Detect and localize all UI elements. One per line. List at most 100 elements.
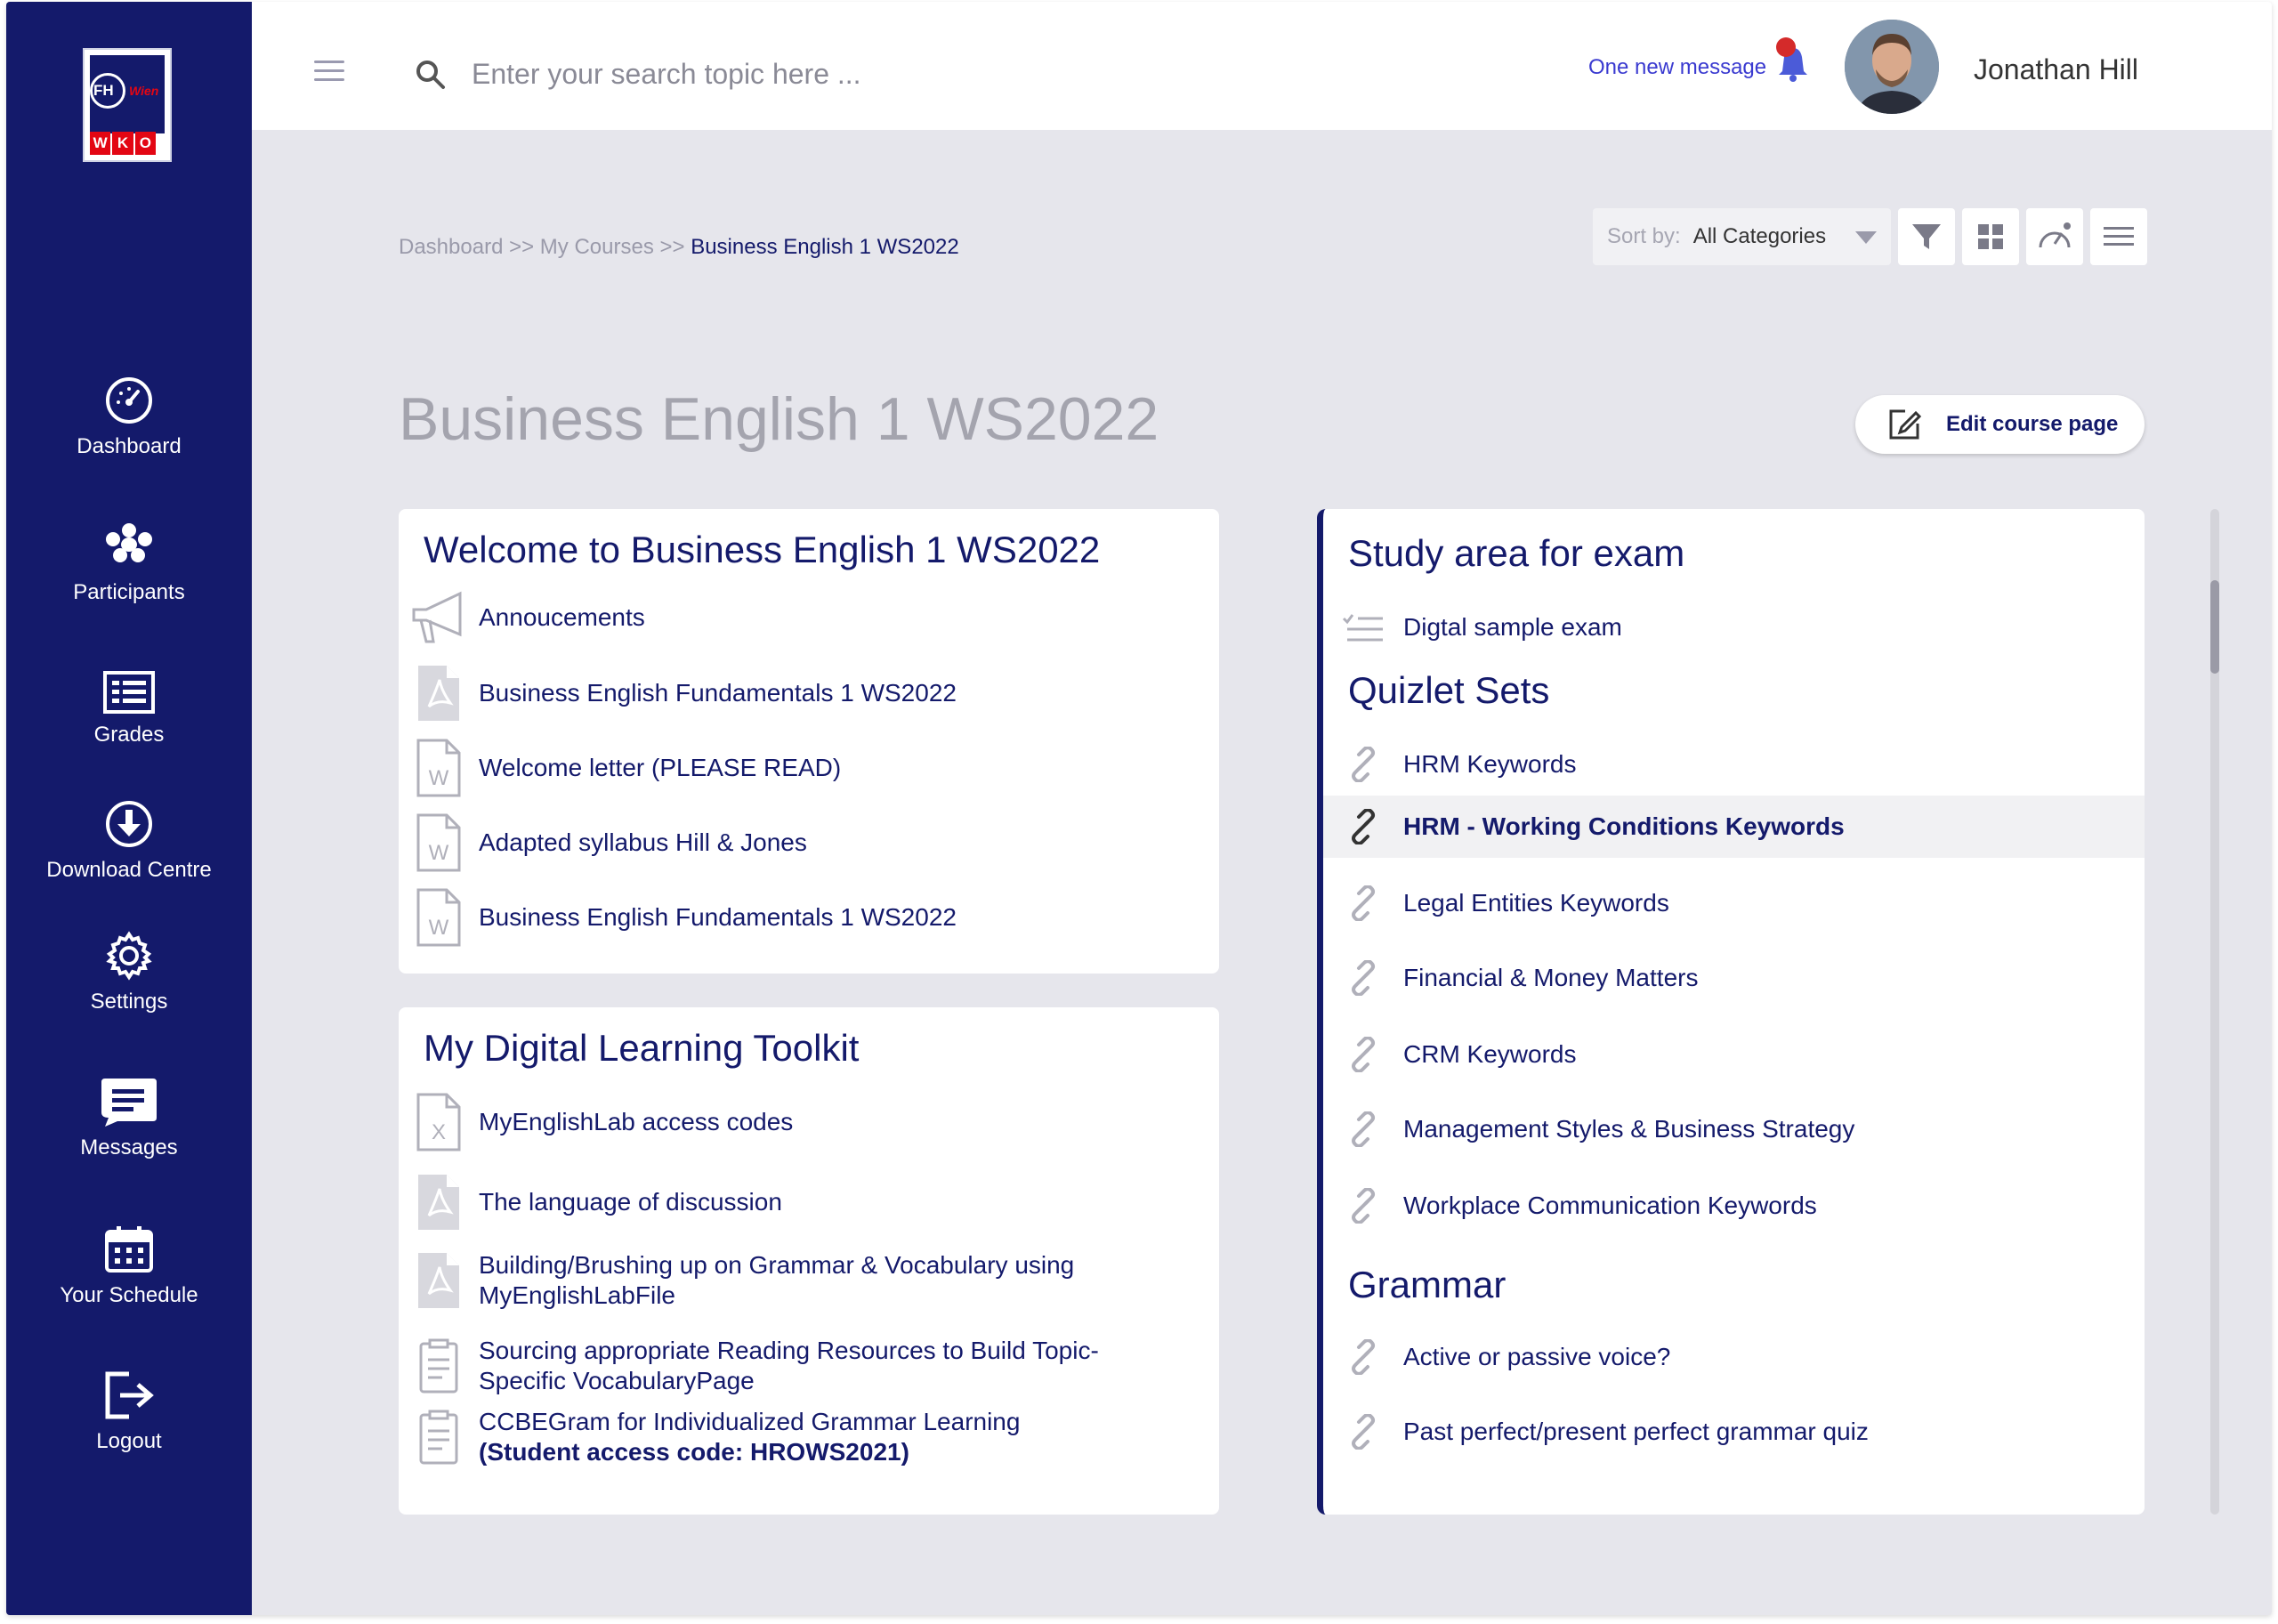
list-item[interactable]: HRM Keywords [1323,733,2145,796]
search-icon[interactable] [415,59,447,91]
list-item[interactable]: Business English Fundamentals 1 WS2022 [399,662,1219,724]
search-input[interactable] [470,52,1096,96]
sort-value: All Categories [1692,224,1827,248]
sort-label: Sort by: [1607,224,1681,248]
filter-icon [1912,224,1941,249]
list-item[interactable]: Financial & Money Matters [1323,947,2145,1009]
top-bar: One new message Jonathan Hill [252,2,2272,130]
list-item[interactable]: Active or passive voice? [1323,1326,2145,1388]
megaphone-icon [412,591,462,643]
sidebar-item-label: Messages [80,1135,178,1159]
sidebar-item-dashboard[interactable]: Dashboard [6,376,252,459]
list-item-highlighted[interactable]: HRM - Working Conditions Keywords [1323,796,2145,858]
sidebar-item-label: Settings [90,990,168,1014]
sidebar-item-schedule[interactable]: Your Schedule [6,1224,252,1308]
sidebar-item-logout[interactable]: Logout [6,1370,252,1454]
grid-view-button[interactable] [1962,208,2019,265]
study-area-card: Study area for exam Digtal sample exam Q… [1317,509,2145,1515]
grades-list-icon [103,671,155,714]
link-icon [1352,1188,1375,1224]
pdf-file-icon [418,666,459,721]
list-item[interactable]: Legal Entities Keywords [1323,872,2145,934]
calendar-icon [105,1226,153,1273]
link-icon [1352,885,1375,921]
svg-text:W: W [429,841,449,865]
download-circle-icon [106,801,152,847]
list-item[interactable]: Management Styles & Business Strategy [1323,1098,2145,1160]
dashboard-gauge-icon [106,377,152,424]
list-item-sample-exam[interactable]: Digtal sample exam [1323,603,2145,651]
list-item[interactable]: The language of discussion [399,1171,1219,1233]
sidebar-item-messages[interactable]: Messages [6,1077,252,1160]
breadcrumb: Dashboard >> My Courses >> Business Engl… [399,235,959,259]
svg-text:X: X [432,1120,446,1144]
excel-file-icon: X [416,1093,461,1151]
sidebar-item-label: Participants [73,580,185,604]
list-item[interactable]: CRM Keywords [1323,1023,2145,1086]
list-item[interactable]: W Business English Fundamentals 1 WS2022 [399,886,1219,949]
word-file-icon: W [416,813,461,872]
sidebar-item-label: Download Centre [46,858,212,882]
settings-gear-icon [106,931,152,981]
list-item[interactable]: Building/Brushing up on Grammar & Vocabu… [399,1248,1219,1313]
logout-icon [105,1371,154,1419]
sidebar-item-label: Grades [93,723,165,747]
toolkit-card-title: My Digital Learning Toolkit [424,1027,860,1069]
sidebar-item-grades[interactable]: Grades [6,671,252,747]
list-item[interactable]: Workplace Communication Keywords [1323,1175,2145,1237]
word-file-icon: W [416,739,461,797]
sidebar-item-participants[interactable]: Participants [6,521,252,605]
sort-select[interactable]: Sort by: All Categories [1593,208,1891,265]
list-item[interactable]: Past perfect/present perfect grammar qui… [1323,1401,2145,1463]
toolkit-card: My Digital Learning Toolkit X MyEnglishL… [399,1007,1219,1515]
fh-wien-logo[interactable]: FH Wien W K O [83,48,172,162]
menu-toggle-icon[interactable] [314,61,344,82]
dashboard-view-button[interactable] [2026,208,2083,265]
sidebar-item-settings[interactable]: Settings [6,931,252,1014]
link-icon [1352,1414,1375,1450]
edit-course-page-button[interactable]: Edit course page [1855,395,2145,454]
list-item[interactable]: Sourcing appropriate Reading Resources t… [399,1333,1219,1399]
study-area-title: Study area for exam [1348,532,1685,574]
welcome-card-title: Welcome to Business English 1 WS2022 [424,529,1101,570]
scrollbar-thumb[interactable] [2210,580,2219,674]
breadcrumb-dashboard[interactable]: Dashboard [399,235,503,259]
logo-wien-text: Wien [129,84,159,98]
grid-icon [1978,224,2003,249]
link-icon [1352,809,1375,844]
sidebar: FH Wien W K O Dashboard Participants Gra… [6,2,252,1615]
participants-group-icon [106,523,152,562]
messages-chat-icon [101,1079,157,1127]
link-icon [1352,1111,1375,1147]
page-icon [419,1410,458,1465]
pdf-file-icon [418,1253,459,1308]
view-toolbar: Sort by: All Categories [1593,208,2147,265]
breadcrumb-my-courses[interactable]: My Courses [540,235,654,259]
list-item[interactable]: W Adapted syllabus Hill & Jones [399,812,1219,874]
new-message-link[interactable]: One new message [1588,55,1766,80]
welcome-card: Welcome to Business English 1 WS2022 Ann… [399,509,1219,974]
grammar-title: Grammar [1348,1264,1507,1305]
word-file-icon: W [416,888,461,947]
gauge-icon [2039,222,2071,248]
list-item[interactable]: W Welcome letter (PLEASE READ) [399,737,1219,799]
chevron-down-icon [1855,231,1877,244]
link-icon [1352,747,1375,782]
list-item[interactable]: CCBEGram for Individualized Grammar Lear… [399,1404,1219,1470]
list-item-announcements[interactable]: Annoucements [399,589,1219,646]
svg-text:W: W [429,766,449,790]
avatar[interactable] [1845,20,1939,114]
checklist-icon [1342,614,1383,642]
sidebar-item-download-centre[interactable]: Download Centre [6,799,252,883]
user-name[interactable]: Jonathan Hill [1974,53,2138,86]
logo-fh-text: FH [93,82,114,99]
list-view-button[interactable] [2090,208,2147,265]
link-icon [1352,1037,1375,1072]
svg-text:W: W [429,916,449,940]
edit-icon [1889,409,1922,440]
list-item[interactable]: X MyEnglishLab access codes [399,1091,1219,1153]
sidebar-item-label: Dashboard [77,434,182,458]
scrollbar-track[interactable] [2210,509,2219,1515]
breadcrumb-current: Business English 1 WS2022 [691,235,959,259]
filter-button[interactable] [1898,208,1955,265]
